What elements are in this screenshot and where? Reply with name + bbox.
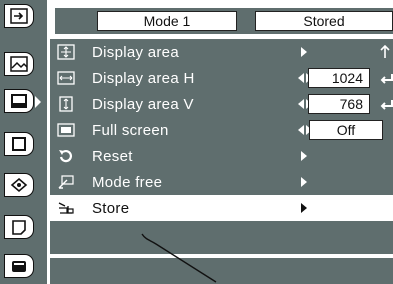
blank-icon [12, 137, 26, 151]
menu-row-empty [50, 221, 393, 254]
submenu-arrow-icon [301, 47, 307, 57]
info-icon [12, 220, 26, 235]
menu-row-label: Display area H [92, 69, 195, 87]
mode-free-icon [58, 175, 74, 189]
image-adjust-tab[interactable] [4, 52, 34, 76]
menu-row-display-area-v[interactable]: Display area V 768 [50, 91, 393, 117]
enter-icon [380, 100, 393, 110]
submenu-arrow-icon [301, 151, 307, 161]
menu-row-reset[interactable]: Reset [50, 143, 393, 169]
display-area-h-icon [57, 71, 75, 85]
mode-label: Mode 1 [97, 11, 237, 31]
menu-footer [50, 258, 393, 284]
submenu-arrow-icon [301, 203, 307, 213]
up-arrow-icon [380, 45, 390, 58]
blank-tab[interactable] [4, 132, 34, 156]
info-tab[interactable] [4, 215, 34, 239]
stored-label: Stored [255, 11, 393, 31]
display-area-v-icon [59, 96, 73, 112]
menu-row-label: Store [92, 199, 130, 217]
reset-icon [59, 149, 72, 163]
menu-row-display-area-h[interactable]: Display area H 1024 [50, 65, 393, 91]
image-adjust-icon [10, 56, 28, 72]
full-screen-icon [57, 123, 75, 137]
display-area-icon [57, 44, 75, 60]
menu-row-label: Full screen [92, 121, 169, 139]
screen-tab[interactable] [4, 89, 41, 113]
display-area-h-value[interactable]: 1024 [308, 68, 370, 88]
menu-row-full-screen[interactable]: Full screen Off [50, 117, 393, 143]
screen-icon [11, 94, 27, 108]
menu-tab[interactable] [4, 254, 34, 278]
enter-icon [380, 74, 393, 84]
full-screen-value[interactable]: Off [309, 120, 383, 140]
menu-row-mode-free[interactable]: Mode free [50, 169, 393, 195]
mode-header: Mode 1 Stored [55, 8, 393, 34]
menu-row-label: Display area V [92, 95, 194, 113]
menu-row-label: Reset [92, 147, 133, 165]
store-icon [58, 202, 74, 214]
setting-icon [10, 177, 28, 193]
menu-row-label: Display area [92, 43, 179, 61]
menu-row-display-area[interactable]: Display area [50, 39, 393, 65]
input-tab[interactable] [4, 4, 34, 28]
input-icon [10, 8, 28, 24]
setting-tab[interactable] [4, 173, 34, 197]
callout-line [141, 233, 217, 283]
menu-row-store[interactable]: Store [50, 195, 393, 221]
submenu-arrow-icon [301, 177, 307, 187]
display-area-v-value[interactable]: 768 [308, 94, 370, 114]
menu-icon [12, 261, 26, 272]
menu-row-label: Mode free [92, 173, 163, 191]
